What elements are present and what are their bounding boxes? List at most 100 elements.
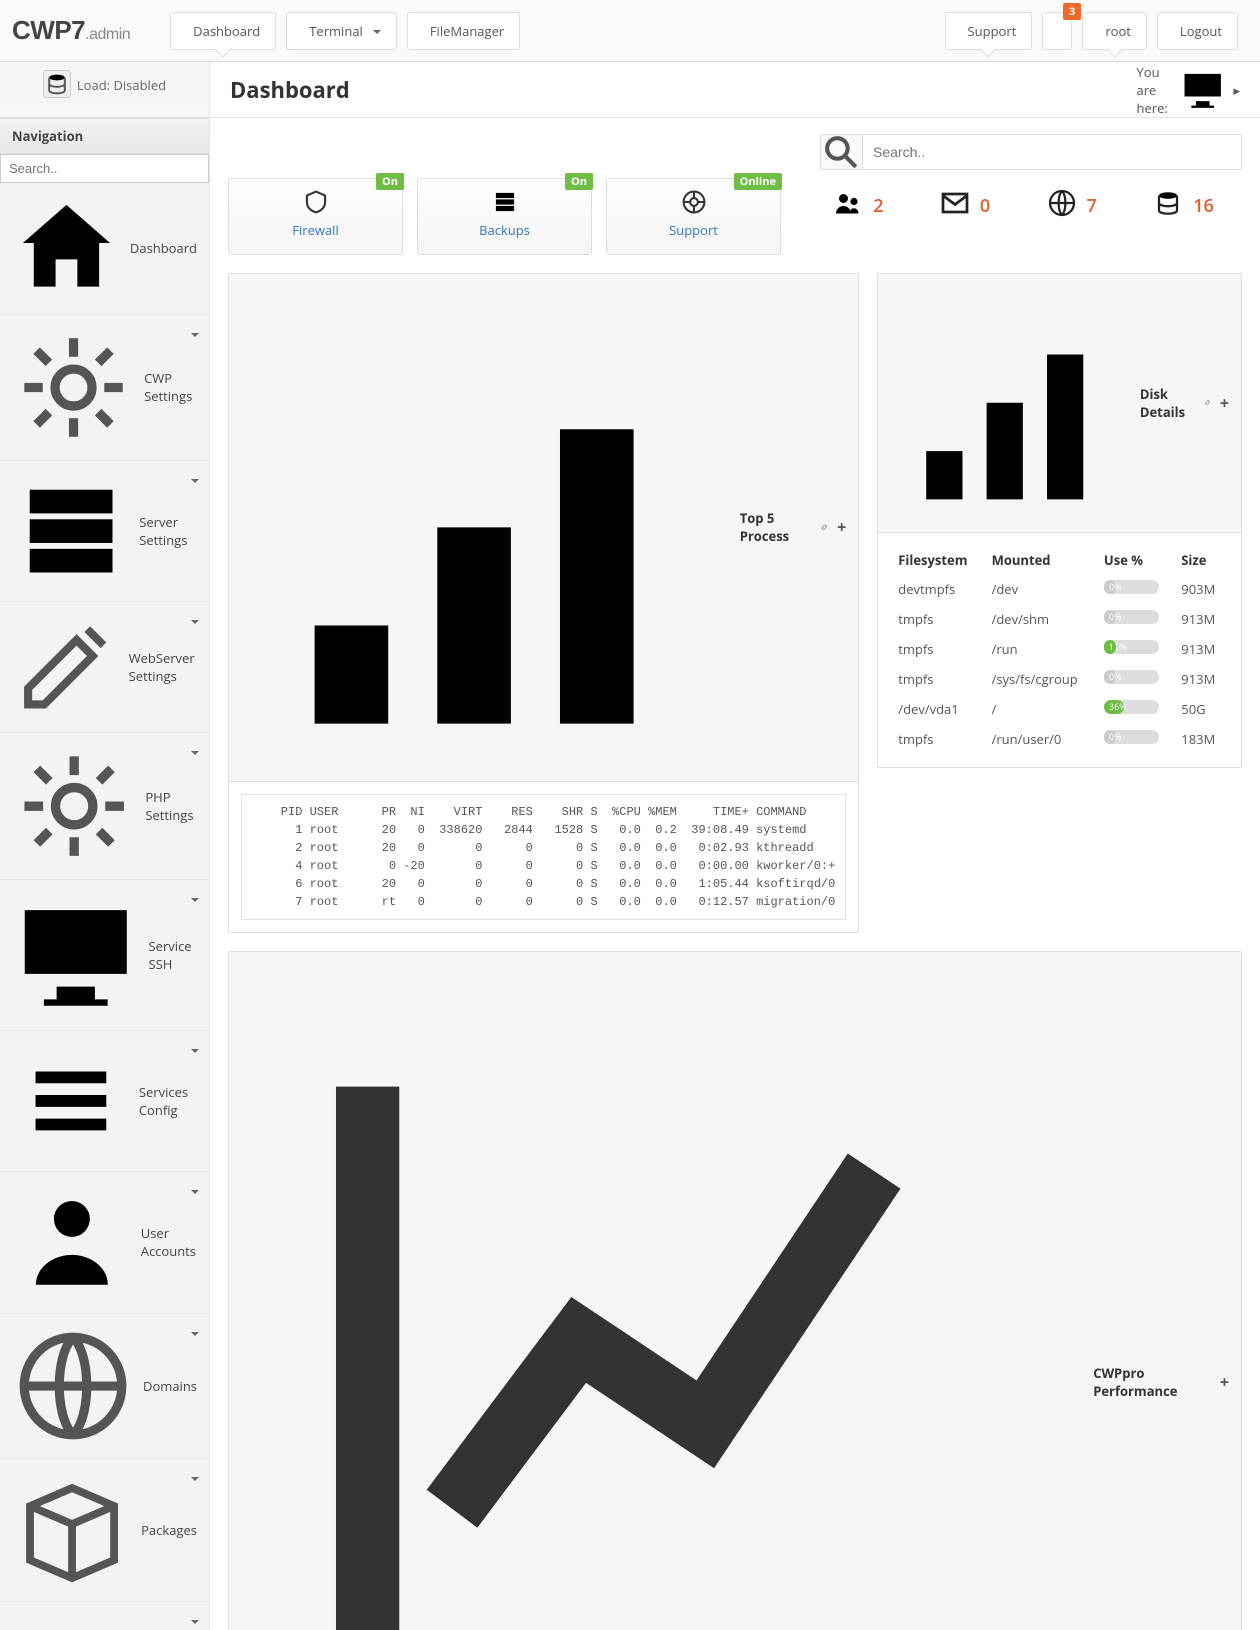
process-output: PID USER PR NI VIRT RES SHR S %CPU %MEM … [241,794,846,920]
user-button[interactable]: root [1082,12,1147,50]
chevron-down-icon [191,1477,199,1485]
stat[interactable]: 7 [1047,188,1097,224]
table-row: /dev/vda1/ 36% 50G [892,695,1227,723]
card-label: Firewall [229,221,402,239]
status-card[interactable]: On Firewall [228,178,403,255]
sidebar-item[interactable]: Dashboard [0,183,209,314]
sidebar: Navigation Dashboard CWP Settings Server… [0,118,210,1630]
nav-header: Navigation [0,118,209,154]
status-badge: Online [734,173,782,190]
status-badge: On [376,173,404,190]
sidebar-item-label: WebServer Settings [129,649,197,685]
chevron-down-icon [191,479,199,487]
sidebar-item-label: PHP Settings [145,788,197,824]
globe-icon [12,1325,134,1447]
chart-icon [241,960,1085,1630]
main: On FirewallOn BackupsOnline Support 2071… [210,118,1260,1630]
performance-panel: CWPpro Performance + CPU Usage 0% Memory… [228,951,1242,1630]
link-icon[interactable] [819,522,830,533]
sidebar-item[interactable]: Packages [0,1459,209,1601]
dashboard-button[interactable]: Dashboard [170,12,276,50]
logout-button[interactable]: Logout [1157,12,1238,50]
link-icon[interactable] [1203,398,1212,407]
stat[interactable]: 2 [833,188,883,224]
sidebar-item-label: Server Settings [139,513,197,549]
chevron-down-icon [191,898,199,906]
sidebar-item[interactable]: Services Config [0,1031,209,1171]
sidebar-item[interactable]: WebServer Settings [0,602,209,732]
subbar: Load: Disabled Dashboard You are here: ▸ [0,62,1260,118]
bars-icon [890,282,1132,524]
sidebar-item[interactable]: SQL Services [0,1602,209,1630]
sidebar-item[interactable]: PHP Settings [0,733,209,879]
chevron-down-icon [191,1190,199,1198]
table-row: devtmpfs/dev 0% 903M [892,575,1227,603]
chevron-down-icon [191,333,199,341]
users-icon [833,188,863,224]
chevron-down-icon [370,22,381,40]
main-search [820,134,1242,170]
search-button[interactable] [820,134,862,170]
life-icon [607,189,780,215]
status-card[interactable]: Online Support [606,178,781,255]
disk-icon[interactable] [43,70,71,98]
support-button[interactable]: Support [945,12,1033,50]
box-icon [12,1470,132,1590]
brand: CWP7.admin [12,15,130,46]
stat-value: 16 [1193,194,1214,218]
db-icon [12,1613,136,1630]
panel-expand-button[interactable]: + [1220,392,1229,414]
search-icon [821,132,862,173]
dashboard-label: Dashboard [193,22,260,40]
table-row: tmpfs/run 11% 913M [892,635,1227,663]
sidebar-item-label: Domains [143,1377,197,1395]
stat-value: 7 [1087,194,1097,218]
sidebar-item[interactable]: CWP Settings [0,315,209,460]
sidebar-item[interactable]: Domains [0,1314,209,1458]
chevron-down-icon [191,751,199,759]
card-label: Backups [418,221,591,239]
load-box: Load: Disabled [0,62,210,117]
main-search-input[interactable] [862,134,1242,170]
card-label: Support [607,221,780,239]
disk-panel: Disk Details + FilesystemMountedUse %Siz… [877,273,1242,768]
chevron-down-icon [191,1049,199,1057]
bars-icon [241,282,732,773]
brush-icon [12,613,120,721]
gears-icon [12,326,135,449]
notifications-button[interactable]: 3 [1042,12,1072,50]
topbar: CWP7.admin Dashboard Terminal FileManage… [0,0,1260,62]
perf-title: CWPpro Performance [1093,1364,1212,1400]
user-label: root [1105,22,1131,40]
stat-value: 2 [873,194,883,218]
disk-table: FilesystemMountedUse %Size devtmpfs/dev … [890,545,1229,755]
sidebar-item[interactable]: User Accounts [0,1172,209,1314]
logout-label: Logout [1180,22,1222,40]
notif-badge: 3 [1063,3,1081,20]
sidebar-item[interactable]: Service SSH [0,880,209,1030]
panel-expand-button[interactable]: + [1220,1371,1229,1393]
home-icon [12,194,121,303]
stat[interactable]: 16 [1153,188,1214,224]
monitor-icon[interactable] [1180,67,1225,112]
terminal-label: Terminal [309,22,363,40]
support-label: Support [968,22,1017,40]
process-title: Top 5 Process [740,509,811,545]
status-card[interactable]: On Backups [417,178,592,255]
nav-list: Dashboard CWP Settings Server Settings W… [0,183,209,1630]
panel-expand-button[interactable]: + [837,516,846,538]
chevron-down-icon [191,1332,199,1340]
stat[interactable]: 0 [940,188,990,224]
filemanager-button[interactable]: FileManager [407,12,520,50]
gears-icon [12,744,136,868]
sidebar-item[interactable]: Server Settings [0,461,209,601]
sidebar-search-input[interactable] [0,154,209,183]
sidebar-item-label: CWP Settings [144,369,197,405]
sidebar-item-label: Services Config [139,1083,197,1119]
brand-main: CWP7 [12,15,85,45]
sidebar-item-label: Dashboard [130,239,197,257]
brand-sub: .admin [85,26,130,43]
terminal-button[interactable]: Terminal [286,12,397,50]
sidebar-item-label: Service SSH [149,937,197,973]
mail-icon [940,188,970,224]
